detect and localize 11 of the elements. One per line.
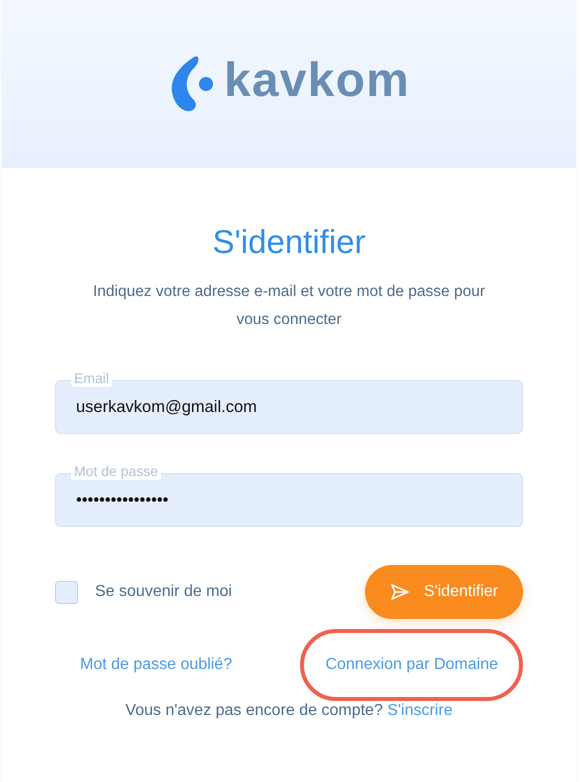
text-link[interactable]: Connexion par Domaine [325, 656, 498, 673]
text-link[interactable]: Mot de passe oublié? [80, 656, 232, 673]
instruction-text: Indiquez votre adresse e-mail et votre mot de passe pour vous connecter [92, 282, 486, 330]
signup-link[interactable]: S'inscrire [387, 702, 453, 719]
remember-label: Se souvenir de moi [95, 582, 232, 602]
page-title: S'identifier [212, 222, 366, 262]
logo-wordmark: kavkom [224, 57, 410, 105]
remember-checkbox[interactable] [55, 580, 78, 604]
send-icon [390, 583, 410, 601]
submit-button[interactable]: S'identifier [365, 565, 523, 619]
signup-text: Vous n'avez pas encore de compte? S'inscrire [125, 701, 453, 721]
